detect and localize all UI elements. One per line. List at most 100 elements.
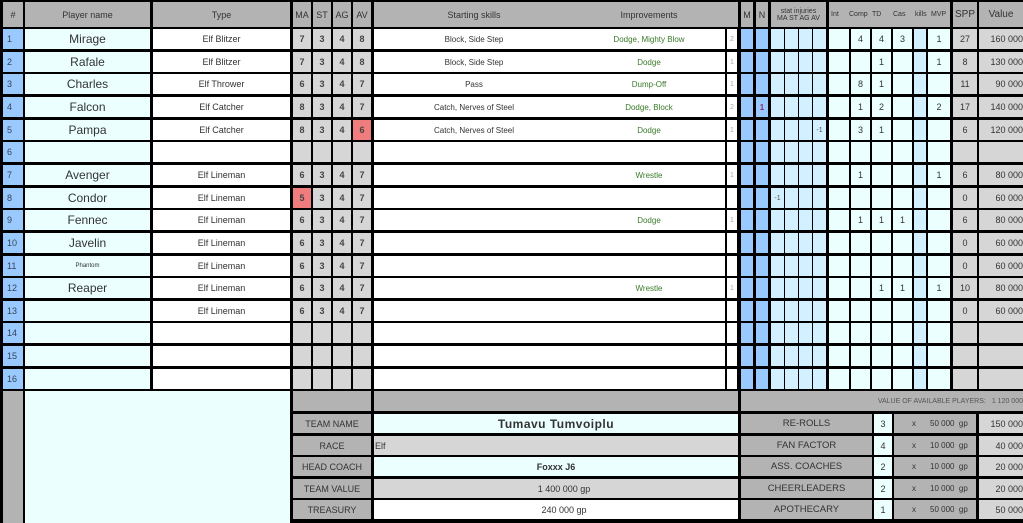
player-name[interactable] xyxy=(25,346,150,366)
achievement-kills[interactable] xyxy=(914,256,926,276)
injury-ma[interactable] xyxy=(771,74,784,94)
injury-av[interactable] xyxy=(813,346,826,366)
injury-av[interactable]: -1 xyxy=(813,120,826,140)
player-name[interactable]: Falcon xyxy=(25,97,150,117)
achievement-mvp[interactable]: 1 xyxy=(928,278,950,298)
niggling-injury[interactable] xyxy=(756,165,768,185)
achievement-cas[interactable] xyxy=(893,188,912,208)
injury-ma[interactable]: -1 xyxy=(771,188,784,208)
achievement-int[interactable] xyxy=(829,165,849,185)
player-name[interactable]: Javelin xyxy=(25,233,150,253)
injury-av[interactable] xyxy=(813,97,826,117)
niggling-injury[interactable] xyxy=(756,323,768,343)
achievement-kills[interactable] xyxy=(914,210,926,230)
injury-ag[interactable] xyxy=(799,301,812,321)
achievement-cas[interactable] xyxy=(893,369,912,389)
achievement-mvp[interactable] xyxy=(928,256,950,276)
achievement-cas[interactable] xyxy=(893,323,912,343)
injury-ma[interactable] xyxy=(771,52,784,72)
achievement-kills[interactable] xyxy=(914,188,926,208)
achievement-mvp[interactable]: 1 xyxy=(928,29,950,49)
achievement-kills[interactable] xyxy=(914,52,926,72)
player-skills[interactable]: Block, Side Step Dodge, Mighty Blow xyxy=(374,29,725,49)
player-skills[interactable] xyxy=(374,301,725,321)
injury-ag[interactable] xyxy=(799,52,812,72)
miss-next-game[interactable] xyxy=(741,188,753,208)
achievement-mvp[interactable] xyxy=(928,323,950,343)
achievement-td[interactable] xyxy=(872,165,891,185)
achievement-int[interactable] xyxy=(829,97,849,117)
injury-ag[interactable] xyxy=(799,346,812,366)
achievement-td[interactable] xyxy=(872,233,891,253)
miss-next-game[interactable] xyxy=(741,120,753,140)
achievement-kills[interactable] xyxy=(914,29,926,49)
niggling-injury[interactable] xyxy=(756,301,768,321)
player-skills[interactable] xyxy=(374,142,725,162)
achievement-comp[interactable]: 1 xyxy=(851,165,870,185)
achievement-mvp[interactable] xyxy=(928,74,950,94)
injury-av[interactable] xyxy=(813,233,826,253)
niggling-injury[interactable] xyxy=(756,188,768,208)
injury-av[interactable] xyxy=(813,188,826,208)
injury-ma[interactable] xyxy=(771,323,784,343)
injury-ma[interactable] xyxy=(771,346,784,366)
miss-next-game[interactable] xyxy=(741,142,753,162)
head-coach-value[interactable]: Foxxx J6 xyxy=(374,457,738,476)
player-name[interactable] xyxy=(25,142,150,162)
achievement-int[interactable] xyxy=(829,74,849,94)
injury-st[interactable] xyxy=(785,120,798,140)
player-name[interactable]: Charles xyxy=(25,74,150,94)
achievement-td[interactable]: 4 xyxy=(872,29,891,49)
achievement-comp[interactable]: 8 xyxy=(851,74,870,94)
injury-ag[interactable] xyxy=(799,142,812,162)
achievement-kills[interactable] xyxy=(914,233,926,253)
achievement-kills[interactable] xyxy=(914,323,926,343)
injury-st[interactable] xyxy=(785,188,798,208)
player-skills[interactable]: Pass Dump-Off xyxy=(374,74,725,94)
achievement-mvp[interactable]: 2 xyxy=(928,97,950,117)
extra-quantity[interactable]: 4 xyxy=(874,436,892,455)
player-skills[interactable] xyxy=(374,346,725,366)
injury-st[interactable] xyxy=(785,29,798,49)
player-skills[interactable] xyxy=(374,369,725,389)
achievement-cas[interactable] xyxy=(893,74,912,94)
achievement-comp[interactable] xyxy=(851,323,870,343)
injury-st[interactable] xyxy=(785,369,798,389)
achievement-mvp[interactable]: 1 xyxy=(928,165,950,185)
miss-next-game[interactable] xyxy=(741,74,753,94)
player-name[interactable] xyxy=(25,323,150,343)
achievement-td[interactable]: 1 xyxy=(872,210,891,230)
achievement-comp[interactable] xyxy=(851,142,870,162)
injury-ma[interactable] xyxy=(771,301,784,321)
achievement-mvp[interactable] xyxy=(928,346,950,366)
achievement-cas[interactable]: 1 xyxy=(893,278,912,298)
achievement-mvp[interactable] xyxy=(928,142,950,162)
miss-next-game[interactable] xyxy=(741,278,753,298)
player-name[interactable]: Avenger xyxy=(25,165,150,185)
player-skills[interactable]: Block, Side Step Dodge xyxy=(374,52,725,72)
team-notes-area[interactable] xyxy=(25,391,290,523)
injury-st[interactable] xyxy=(785,52,798,72)
injury-av[interactable] xyxy=(813,369,826,389)
injury-av[interactable] xyxy=(813,256,826,276)
achievement-mvp[interactable] xyxy=(928,188,950,208)
player-skills[interactable]: Catch, Nerves of Steel Dodge, Block xyxy=(374,97,725,117)
injury-ma[interactable] xyxy=(771,120,784,140)
extra-quantity[interactable]: 1 xyxy=(874,500,892,519)
player-skills[interactable] xyxy=(374,233,725,253)
achievement-td[interactable]: 1 xyxy=(872,52,891,72)
injury-ma[interactable] xyxy=(771,278,784,298)
achievement-comp[interactable] xyxy=(851,52,870,72)
achievement-td[interactable]: 1 xyxy=(872,120,891,140)
achievement-kills[interactable] xyxy=(914,165,926,185)
achievement-mvp[interactable] xyxy=(928,369,950,389)
achievement-cas[interactable] xyxy=(893,165,912,185)
niggling-injury[interactable] xyxy=(756,29,768,49)
achievement-int[interactable] xyxy=(829,210,849,230)
injury-av[interactable] xyxy=(813,210,826,230)
niggling-injury[interactable] xyxy=(756,120,768,140)
niggling-injury[interactable] xyxy=(756,210,768,230)
injury-ma[interactable] xyxy=(771,142,784,162)
player-skills[interactable]: Wrestle xyxy=(374,278,725,298)
niggling-injury[interactable] xyxy=(756,52,768,72)
